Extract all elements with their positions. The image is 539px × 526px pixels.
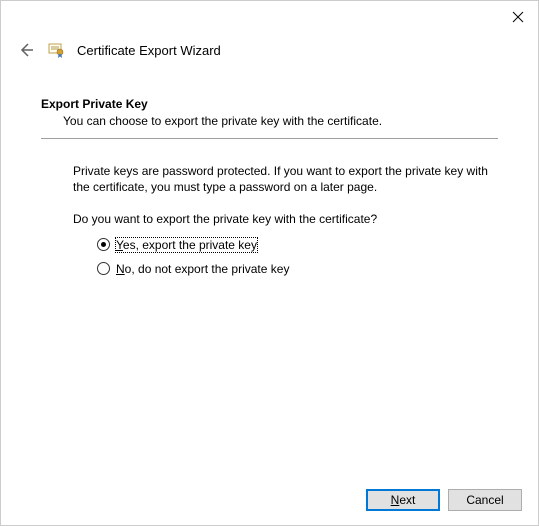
divider: [41, 138, 498, 139]
radio-group: Yes, export the private key No, do not e…: [97, 238, 498, 276]
page-title: Certificate Export Wizard: [77, 43, 221, 58]
radio-no-export[interactable]: No, do not export the private key: [97, 262, 498, 276]
section-subtext: You can choose to export the private key…: [63, 114, 498, 128]
radio-yes-export[interactable]: Yes, export the private key: [97, 238, 498, 252]
radio-icon: [97, 238, 110, 251]
certificate-icon: [47, 41, 65, 59]
next-button[interactable]: Next: [366, 489, 440, 511]
question-text: Do you want to export the private key wi…: [73, 211, 498, 227]
content-area: Export Private Key You can choose to exp…: [1, 71, 538, 276]
radio-no-label: No, do not export the private key: [116, 262, 289, 276]
wizard-header: Certificate Export Wizard: [1, 33, 538, 71]
radio-icon: [97, 262, 110, 275]
footer-buttons: Next Cancel: [366, 489, 522, 511]
close-icon[interactable]: [512, 11, 524, 23]
titlebar: [1, 1, 538, 33]
section-heading: Export Private Key: [41, 97, 498, 111]
radio-yes-label: Yes, export the private key: [116, 238, 257, 252]
info-text: Private keys are password protected. If …: [73, 163, 498, 195]
back-arrow-icon[interactable]: [17, 41, 35, 59]
cancel-button[interactable]: Cancel: [448, 489, 522, 511]
